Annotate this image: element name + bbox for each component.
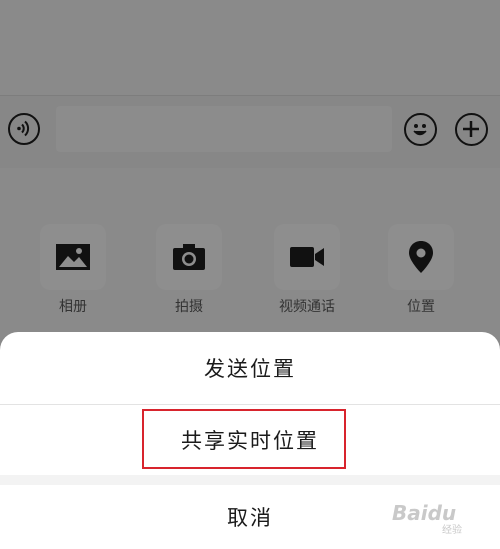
tool-video-call-tile[interactable]	[274, 224, 340, 290]
tool-camera-label: 拍摄	[175, 299, 203, 315]
chat-input-bar	[0, 95, 500, 169]
tool-camera[interactable]: 拍摄	[142, 224, 242, 324]
photo-icon	[56, 244, 90, 270]
video-call-icon	[290, 247, 324, 267]
send-location-button[interactable]: 发送位置	[0, 332, 500, 404]
plus-circle-icon	[463, 121, 479, 137]
watermark-subtext: 经验	[442, 525, 462, 536]
sheet-separator	[0, 475, 500, 485]
chat-message-area	[0, 0, 500, 95]
emoji-button[interactable]	[404, 113, 437, 146]
watermark-logo: Baidu 经验	[388, 497, 498, 541]
location-pin-icon	[409, 241, 433, 273]
share-live-location-button[interactable]: 共享实时位置	[0, 405, 500, 475]
tool-album-tile[interactable]	[40, 224, 106, 290]
tool-location-label: 位置	[407, 299, 435, 315]
tool-location-tile[interactable]	[388, 224, 454, 290]
more-functions-button[interactable]	[455, 113, 488, 146]
more-functions-panel: 相册 拍摄 视频通话 位置	[0, 168, 500, 338]
message-input[interactable]	[56, 106, 392, 152]
voice-wave-icon	[17, 120, 30, 137]
tool-album-label: 相册	[59, 299, 87, 315]
voice-input-button[interactable]	[8, 113, 40, 145]
smiley-icon	[413, 124, 427, 136]
tool-camera-tile[interactable]	[156, 224, 222, 290]
tool-location[interactable]: 位置	[374, 224, 474, 324]
tool-album[interactable]: 相册	[26, 224, 126, 324]
tool-video-call[interactable]: 视频通话	[260, 224, 360, 324]
tool-video-call-label: 视频通话	[279, 299, 335, 315]
camera-icon	[173, 244, 205, 270]
